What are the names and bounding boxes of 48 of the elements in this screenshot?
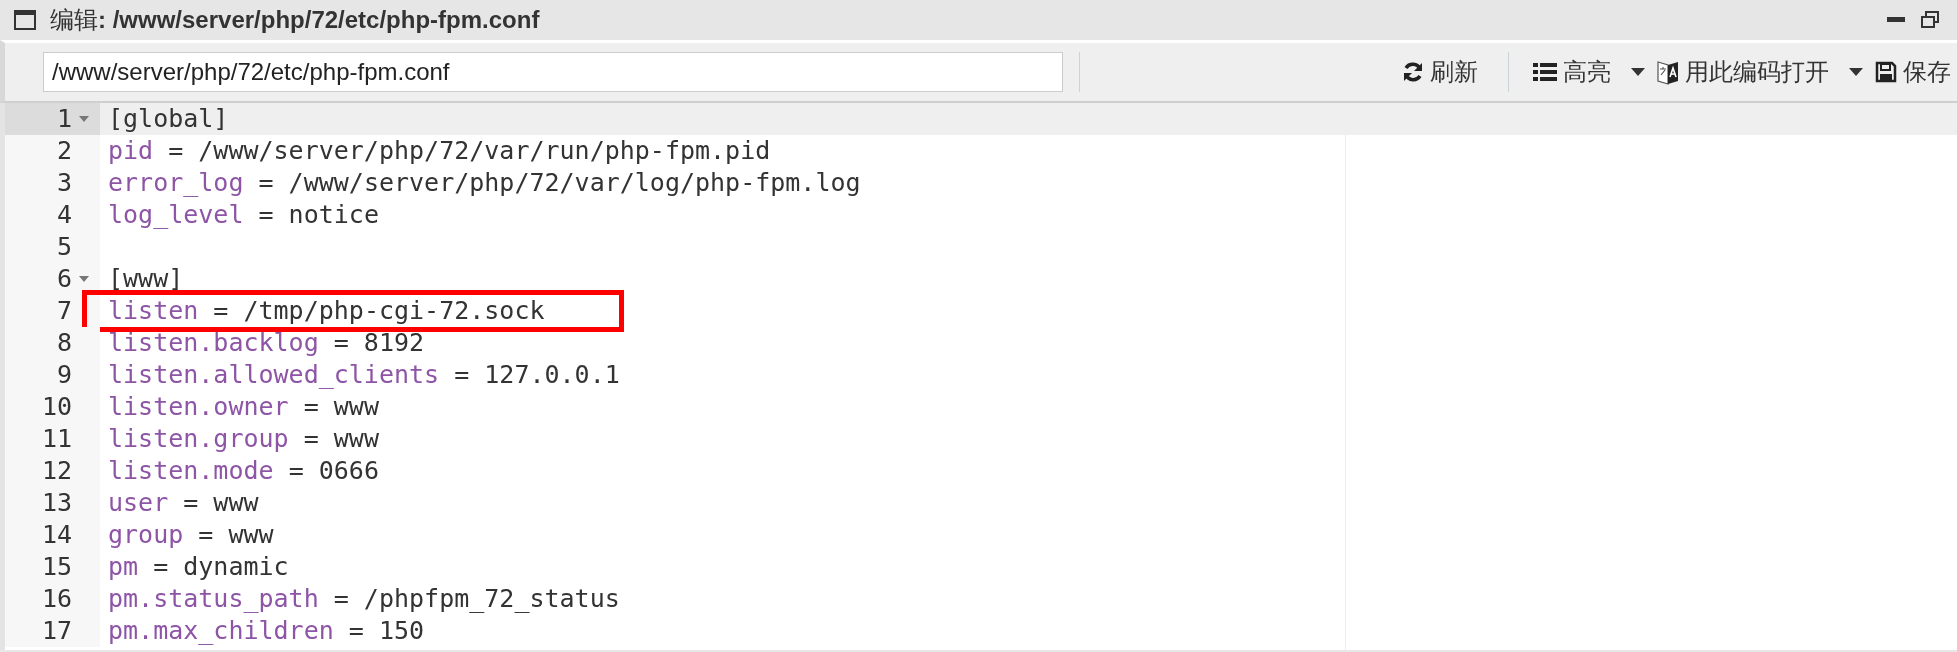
line-number: 12 — [41, 455, 72, 487]
code-line: [www] — [108, 264, 184, 293]
path-field[interactable]: /www/server/php/72/etc/php-fpm.conf — [43, 52, 1063, 92]
save-button[interactable]: 保存 — [1869, 50, 1957, 94]
window-icon — [14, 10, 36, 30]
line-number: 2 — [56, 135, 72, 167]
line-number: 1 — [56, 103, 72, 135]
code-line: pm.status_path = /phpfpm_72_status — [108, 584, 620, 613]
window-title: 编辑: /www/server/php/72/etc/php-fpm.conf — [50, 5, 540, 35]
code-line: pid = /www/server/php/72/var/run/php-fpm.pid — [108, 136, 771, 165]
fold-icon[interactable] — [78, 115, 90, 123]
code-line: listen.allowed_clients = 127.0.0.1 — [108, 360, 620, 389]
save-icon — [1875, 61, 1897, 83]
refresh-icon — [1402, 61, 1424, 83]
code-line: [global] — [108, 104, 229, 133]
line-number: 4 — [56, 199, 72, 231]
code-line: listen = /tmp/php-cgi-72.sock — [108, 296, 545, 325]
line-number: 14 — [41, 519, 72, 551]
code-line: group = www — [108, 520, 274, 549]
line-number: 17 — [41, 615, 72, 647]
code-line: pm.max_children = 150 — [108, 616, 425, 645]
code-line: listen.backlog = 8192 — [108, 328, 425, 357]
minimize-icon[interactable] — [1887, 17, 1905, 23]
code-line: user = www — [108, 488, 259, 517]
line-number: 11 — [41, 423, 72, 455]
encoding-button[interactable]: 用此编码打开 — [1651, 50, 1869, 94]
highlight-button[interactable]: 高亮 — [1527, 50, 1651, 94]
list-icon — [1533, 62, 1557, 82]
line-number: 15 — [41, 551, 72, 583]
line-number: 16 — [41, 583, 72, 615]
line-number: 9 — [56, 359, 72, 391]
code-line: listen.group = www — [108, 424, 379, 453]
line-number: 5 — [56, 231, 72, 263]
restore-icon[interactable] — [1921, 11, 1939, 29]
line-number: 7 — [56, 295, 72, 327]
line-number: 3 — [56, 167, 72, 199]
line-number: 10 — [41, 391, 72, 423]
line-number: 8 — [56, 327, 72, 359]
fold-icon[interactable] — [78, 275, 90, 283]
code-line: listen.mode = 0666 — [108, 456, 379, 485]
refresh-button[interactable]: 刷新 — [1396, 50, 1484, 94]
line-number: 13 — [41, 487, 72, 519]
code-line: error_log = /www/server/php/72/var/log/php-fpm.log — [108, 168, 861, 197]
code-line: pm = dynamic — [108, 552, 289, 581]
code-line: listen.owner = www — [108, 392, 379, 421]
translate-icon — [1657, 59, 1679, 85]
code-line: log_level = notice — [108, 200, 379, 229]
line-number: 6 — [56, 263, 72, 295]
